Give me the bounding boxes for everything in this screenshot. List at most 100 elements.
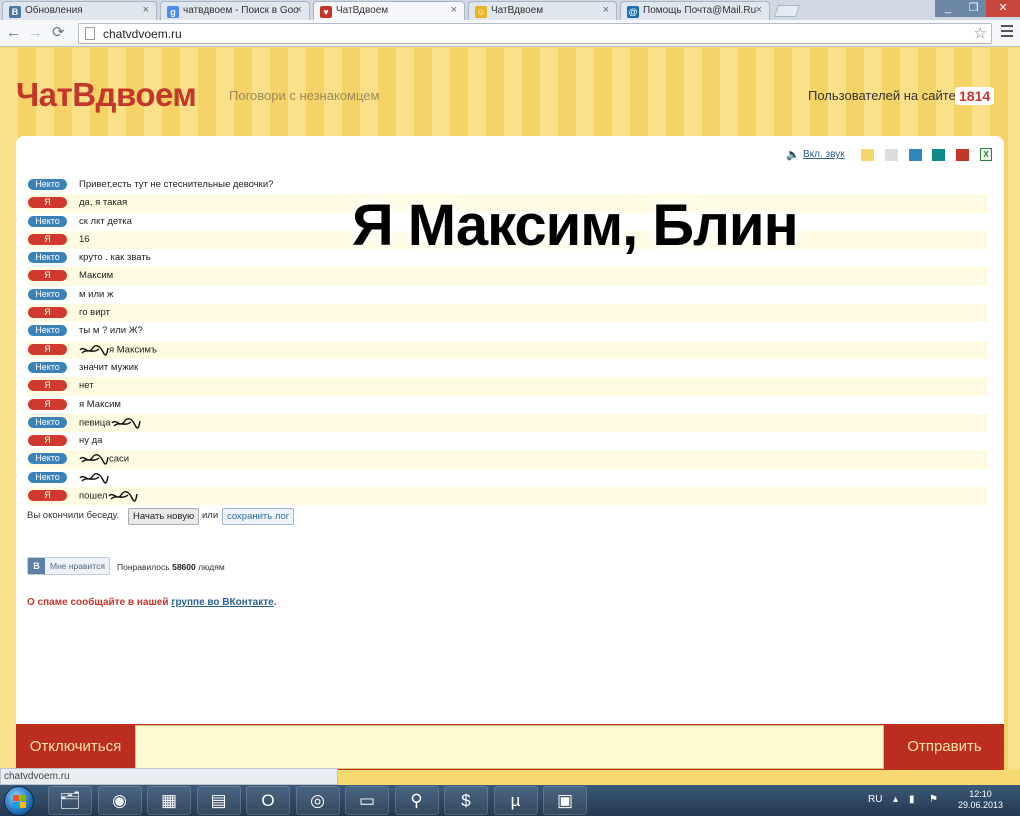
network-icon[interactable]: ▮ xyxy=(909,794,915,805)
clock-date: 29.06.2013 xyxy=(958,800,1004,810)
message-text: Привет,есть тут не стеснительные девочки… xyxy=(79,179,273,190)
message-body: м или ж xyxy=(79,288,114,300)
theme-swatch[interactable] xyxy=(885,149,898,161)
likes-count: 58600 xyxy=(172,562,196,572)
message-text: саси xyxy=(79,453,130,466)
close-tab-icon[interactable]: × xyxy=(143,4,149,16)
reload-icon[interactable]: ⟳ xyxy=(52,24,65,42)
browser-tab[interactable]: g чатвдвоем - Поиск в Goo × xyxy=(160,1,310,20)
url-text: chatvdvoem.ru xyxy=(103,27,182,41)
send-button[interactable]: Отправить xyxy=(885,724,1004,770)
scribble-mark xyxy=(79,472,109,484)
printer-icon[interactable]: ▭ xyxy=(345,786,389,815)
forward-icon[interactable]: → xyxy=(28,24,43,42)
close-window-button[interactable]: ✕ xyxy=(986,0,1020,17)
flag-icon[interactable]: ⚑ xyxy=(929,794,938,805)
vk-group-link[interactable]: группе во ВКонтакте xyxy=(171,597,273,608)
likes-prefix: Понравилось xyxy=(117,562,170,572)
tray-arrow-icon[interactable]: ▴ xyxy=(893,794,898,805)
disconnect-button[interactable]: Отключиться xyxy=(16,724,135,770)
tab-title: ЧатВдвоем xyxy=(336,5,389,16)
message-text: Максим xyxy=(79,270,113,281)
browser-tab[interactable]: В Обновления × xyxy=(2,1,157,20)
message-text: круто . как звать xyxy=(79,252,151,263)
message-input[interactable] xyxy=(135,725,884,769)
chat-message: Яя Максим xyxy=(27,396,988,414)
message-text: я Максимъ xyxy=(79,344,157,356)
me-badge: Я xyxy=(28,233,67,245)
minimize-button[interactable]: _ xyxy=(935,0,961,17)
chrome-menu-icon[interactable] xyxy=(1001,25,1013,40)
stranger-badge: Некто xyxy=(28,288,67,300)
message-body: ты м ? или Ж? xyxy=(79,325,143,337)
windows-taskbar: 🗂 ◉ ▦ ▤ O ◎ ▭ ⚲ $ µ ▣ RU ▴ ▮ ⚑ 12:10 29.06.2013 xyxy=(0,785,1020,816)
close-tab-icon[interactable]: × xyxy=(451,4,457,16)
site-logo[interactable]: ЧатВдвоем xyxy=(16,76,197,114)
theme-swatch[interactable] xyxy=(956,149,969,161)
message-text: ты м ? или Ж? xyxy=(79,325,143,336)
message-text: значит мужик xyxy=(79,362,138,373)
message-body: певица xyxy=(79,417,111,429)
back-icon[interactable]: ← xyxy=(6,24,21,42)
google-icon: g xyxy=(167,6,179,18)
message-text: 16 xyxy=(79,234,90,245)
cube-icon[interactable]: ▦ xyxy=(147,786,191,815)
message-body: я Максимъ xyxy=(109,344,157,356)
opera-icon[interactable]: O xyxy=(246,786,290,815)
bookmark-star-icon[interactable]: ☆ xyxy=(974,24,987,42)
browser-tab[interactable]: ♥ ЧатВдвоем × xyxy=(313,1,465,20)
maximize-button[interactable]: ❐ xyxy=(961,0,986,17)
address-bar[interactable]: chatvdvoem.ru ☆ xyxy=(78,23,992,44)
theme-swatch[interactable] xyxy=(932,149,945,161)
stranger-badge: Некто xyxy=(28,252,67,264)
me-badge: Я xyxy=(28,435,67,447)
vk-like-label: Мне нравится xyxy=(50,561,105,571)
chat-message: Янет xyxy=(27,377,988,396)
export-excel-icon[interactable]: X xyxy=(980,148,992,161)
message-body: пошел xyxy=(79,490,108,502)
radio-icon[interactable]: ◎ xyxy=(295,786,340,815)
browser-toolbar: ← → ⟳ ⌂ chatvdvoem.ru ☆ xyxy=(0,20,1020,47)
message-body: го вирт xyxy=(79,307,110,319)
vk-icon: В xyxy=(9,6,21,18)
new-tab-button[interactable] xyxy=(773,5,801,17)
users-online-label: Пользователей на сайте xyxy=(808,88,956,103)
vk-like-button[interactable]: В Мне нравится xyxy=(27,557,110,575)
chrome-icon[interactable]: ◉ xyxy=(97,786,142,815)
message-body: саси xyxy=(109,453,130,465)
sound-toggle-link[interactable]: Вкл. звук xyxy=(803,149,845,160)
close-tab-icon[interactable]: × xyxy=(603,4,609,16)
utorrent-icon[interactable]: µ xyxy=(493,786,538,815)
message-body: значит мужик xyxy=(79,361,139,373)
stranger-badge: Некто xyxy=(28,471,67,483)
system-clock[interactable]: 12:10 29.06.2013 xyxy=(958,789,1003,811)
browser-tab[interactable]: ☺ ЧатВдвоем × xyxy=(468,1,617,20)
chat-message: Яго вирт xyxy=(27,304,988,323)
game-icon[interactable]: ▣ xyxy=(543,786,587,815)
chat-message: Некто xyxy=(27,469,988,487)
theme-swatch[interactable] xyxy=(861,149,874,161)
message-text: ну да xyxy=(79,435,102,446)
close-tab-icon[interactable]: × xyxy=(296,4,302,16)
smiley-icon: ☺ xyxy=(475,6,487,18)
save-log-button[interactable]: сохранить лог xyxy=(222,508,295,525)
stranger-badge: Некто xyxy=(28,416,67,428)
money-icon[interactable]: $ xyxy=(444,786,488,815)
meme-caption: Я Максим, Блин xyxy=(352,193,799,258)
chat-message: Яну да xyxy=(27,432,988,450)
calculator-icon[interactable]: ▤ xyxy=(196,786,241,815)
start-button[interactable] xyxy=(4,786,34,816)
browser-tab[interactable]: @ Помощь Почта@Mail.Ru × xyxy=(620,1,770,20)
message-body: Максим xyxy=(79,270,114,282)
close-tab-icon[interactable]: × xyxy=(756,4,762,16)
theme-swatch[interactable] xyxy=(909,149,922,161)
explorer-icon[interactable]: 🗂 xyxy=(48,786,92,815)
chat-message: Некто саси xyxy=(27,450,988,469)
chat-message: Я Максим xyxy=(27,267,988,286)
language-indicator[interactable]: RU xyxy=(868,794,882,805)
site-tagline: Поговори с незнакомцем xyxy=(229,88,380,103)
new-chat-button[interactable]: Начать новую xyxy=(128,508,200,525)
magnifier-icon[interactable]: ⚲ xyxy=(394,786,439,815)
message-text: пошел xyxy=(79,490,138,502)
spam-notice: О спаме сообщайте в нашей группе во ВКон… xyxy=(27,597,276,608)
